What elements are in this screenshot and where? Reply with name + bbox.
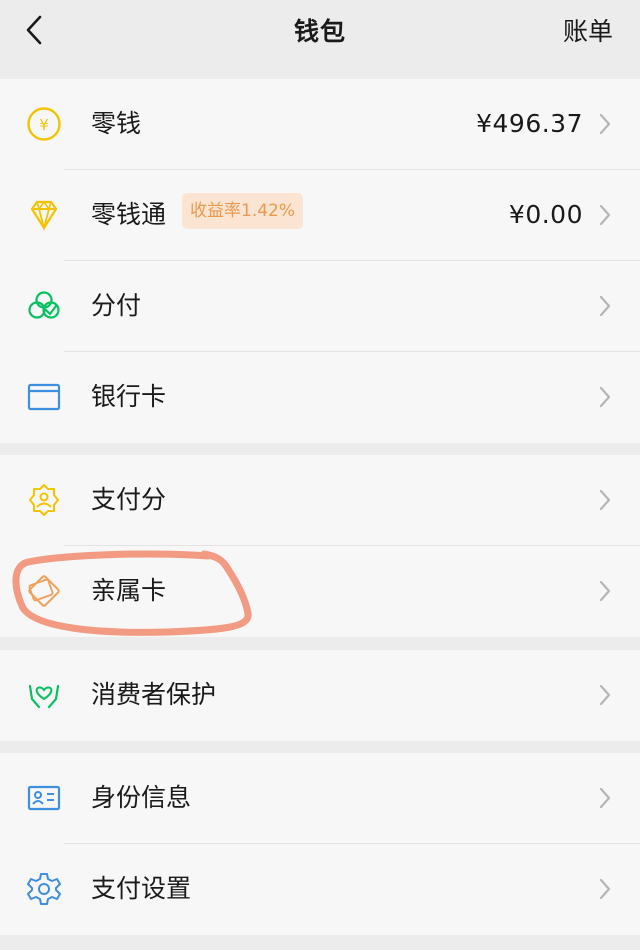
yield-rate-badge: 收益率1.42% [182,193,304,229]
hands-protect-icon [26,677,62,713]
svg-text:¥: ¥ [39,116,49,134]
row-family-card[interactable]: 亲属卡 [0,546,640,637]
gear-icon [26,871,62,907]
page-title: 钱包 [293,17,346,46]
row-label: 支付设置 [91,874,192,903]
chevron-right-icon [599,489,611,511]
row-consumer-protection[interactable]: 消费者保护 [0,650,640,741]
row-label: 零钱通 [91,200,167,229]
id-card-icon [26,780,62,816]
row-bank-card[interactable]: 银行卡 [0,352,640,443]
wallet-group-balance: ¥ 零钱 ¥496.37 零钱通 收益率1.42% ¥0.00 分付 银行卡 [0,79,640,443]
diamond-icon [26,197,62,233]
row-payment-settings[interactable]: 支付设置 [0,844,640,935]
chevron-right-icon [599,684,611,706]
chevron-right-icon [599,113,611,135]
row-label: 亲属卡 [91,576,167,605]
balance-value: ¥496.37 [476,109,583,138]
wallet-group-settings: 身份信息 支付设置 [0,753,640,935]
lingqiantong-value: ¥0.00 [508,200,583,229]
score-badge-icon [26,482,62,518]
row-label: 消费者保护 [91,680,217,709]
row-pay-score[interactable]: 支付分 [0,455,640,546]
chevron-right-icon [599,204,611,226]
chevron-right-icon [599,386,611,408]
clover-check-icon [26,288,62,324]
row-label: 零钱 [91,109,142,138]
top-nav-bar: 钱包 账单 [0,0,640,78]
chevron-right-icon [599,295,611,317]
row-lingqiantong[interactable]: 零钱通 收益率1.42% ¥0.00 [0,170,640,261]
yuan-coin-icon: ¥ [26,106,62,142]
row-identity-info[interactable]: 身份信息 [0,753,640,844]
row-label: 支付分 [91,485,167,514]
chevron-right-icon [599,878,611,900]
row-fenfu[interactable]: 分付 [0,261,640,352]
row-label: 身份信息 [91,783,192,812]
row-change[interactable]: ¥ 零钱 ¥496.37 [0,79,640,170]
chevron-right-icon [599,580,611,602]
row-label: 银行卡 [91,382,167,411]
row-label: 分付 [91,291,142,320]
family-card-icon [26,573,62,609]
bill-button[interactable]: 账单 [563,12,613,48]
chevron-right-icon [599,787,611,809]
card-icon [26,379,62,415]
wallet-group-credit: 支付分 亲属卡 [0,455,640,637]
wallet-group-protection: 消费者保护 [0,650,640,741]
